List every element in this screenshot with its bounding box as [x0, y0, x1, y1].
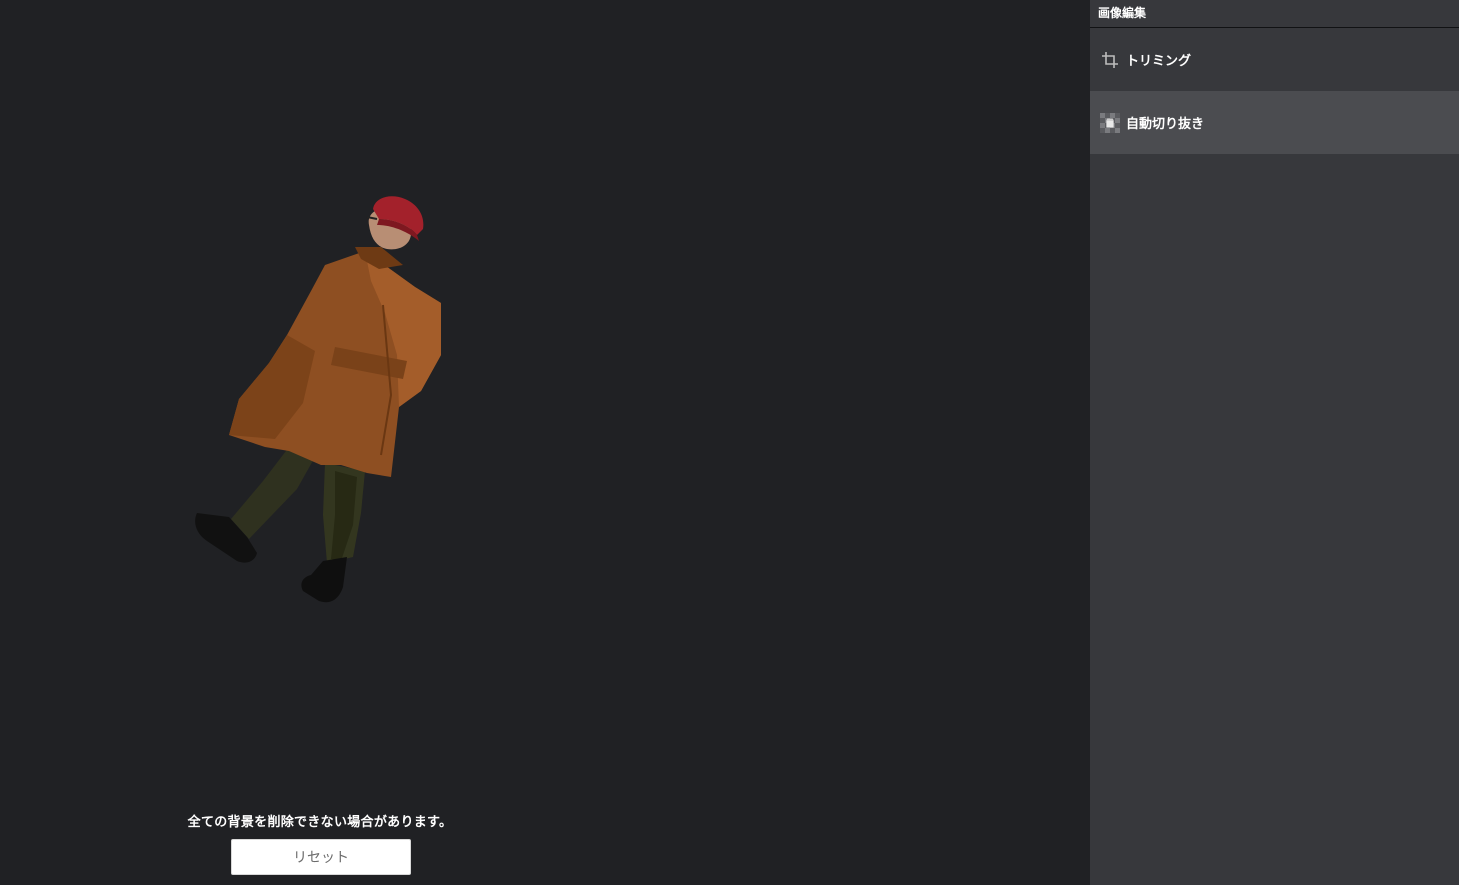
crop-icon: [1100, 50, 1120, 70]
auto-cutout-icon: [1100, 112, 1120, 133]
reset-button[interactable]: リセット: [231, 839, 411, 875]
tool-item-label: トリミング: [1126, 54, 1192, 69]
preview-canvas: 全ての背景を削除できない場合があります。 リセット: [0, 0, 1090, 885]
tool-item-auto-cutout[interactable]: 自動切り抜き: [1090, 91, 1459, 154]
tool-item-label: 自動切り抜き: [1126, 117, 1205, 132]
background-removal-notice: 全ての背景を削除できない場合があります。: [187, 815, 453, 830]
image-editor: 全ての背景を削除できない場合があります。 リセット 画像編集 トリミング 自動切…: [0, 0, 1459, 885]
image-edit-panel: 画像編集 トリミング 自動切り抜き: [1090, 0, 1459, 885]
cutout-subject-image: [195, 196, 441, 603]
tool-item-trimming[interactable]: トリミング: [1090, 28, 1459, 91]
panel-title: 画像編集: [1090, 0, 1459, 28]
